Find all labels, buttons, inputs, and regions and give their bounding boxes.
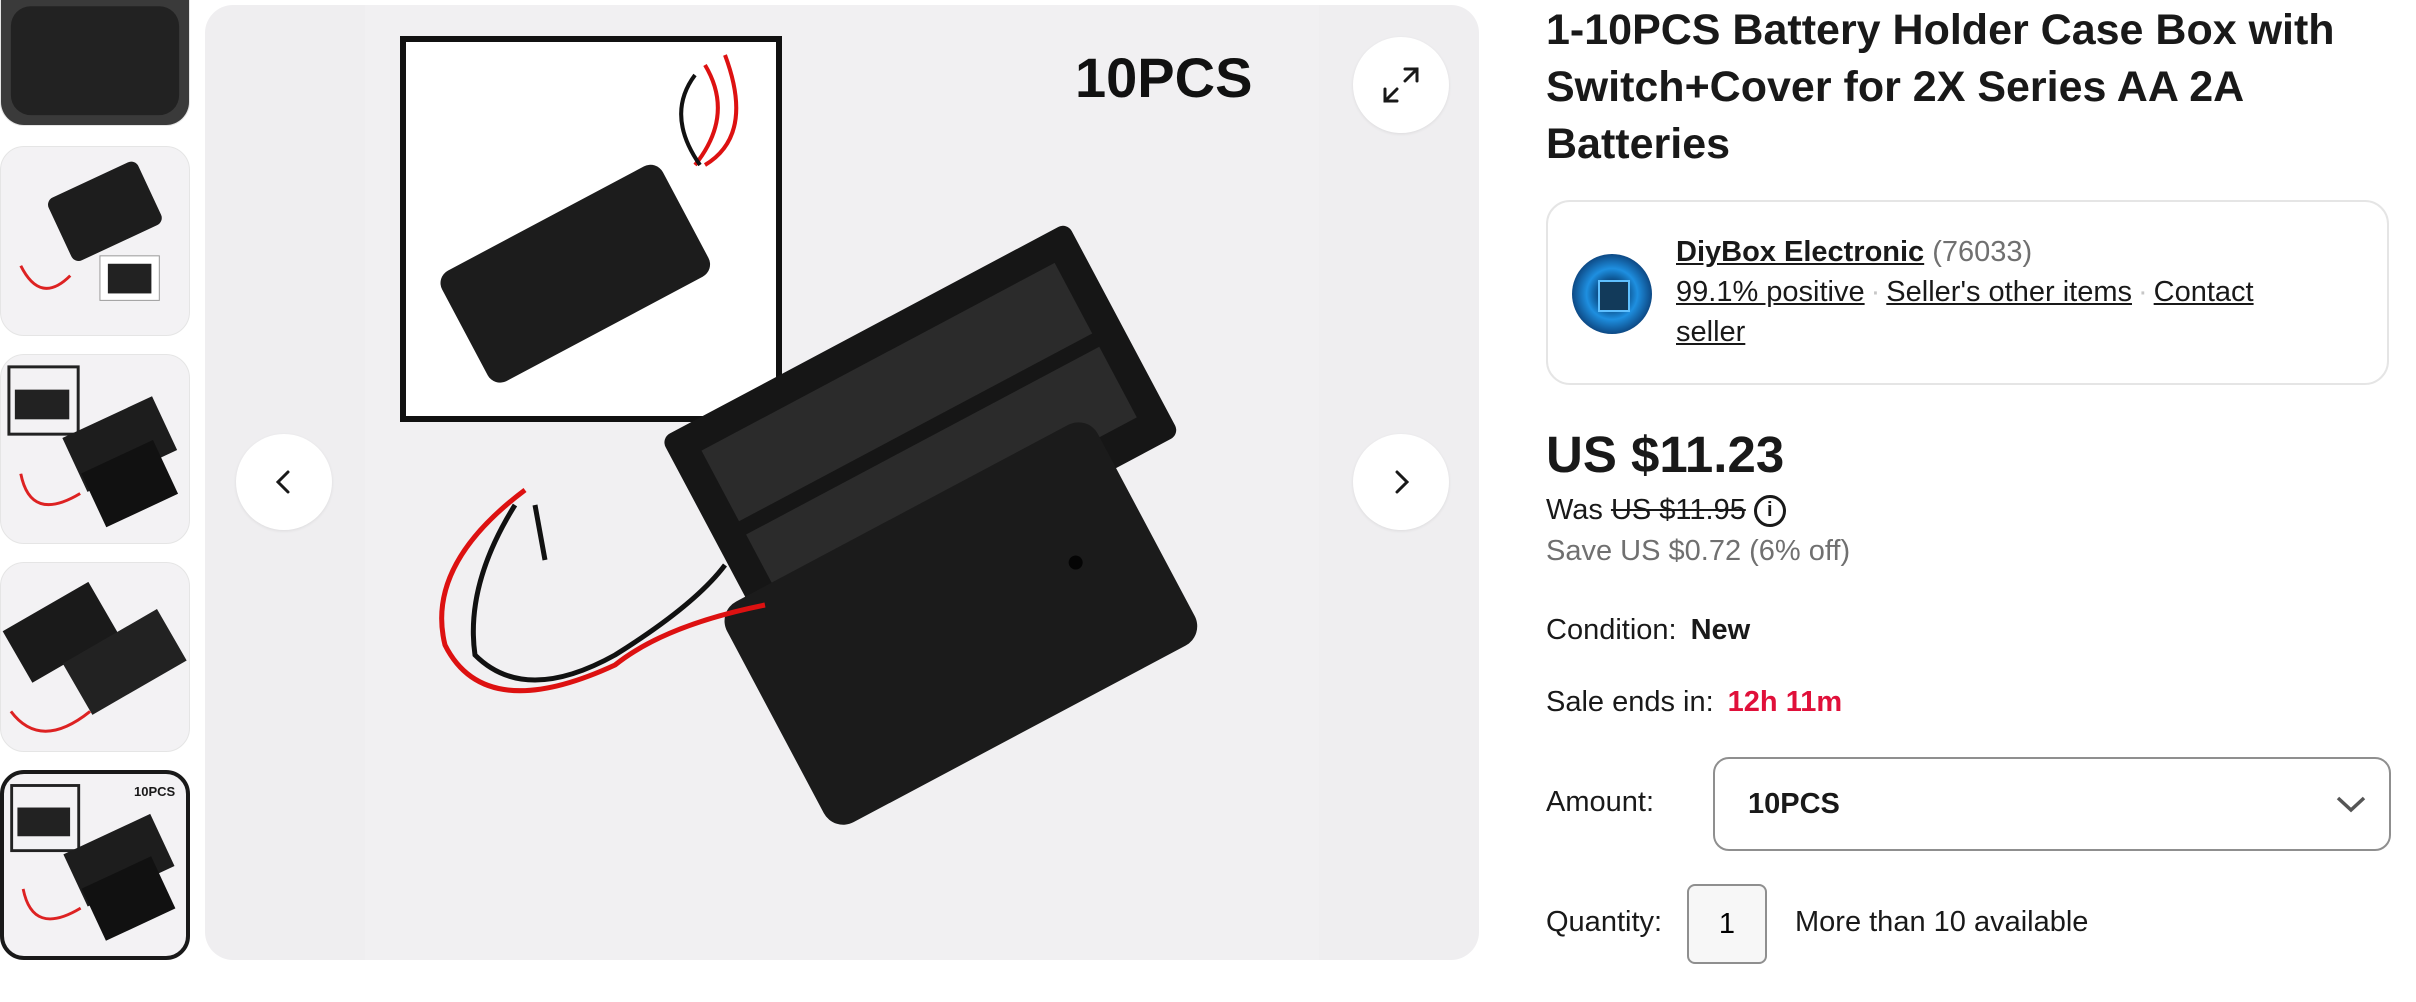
current-price: US $11.23 <box>1546 426 1785 483</box>
battery-holder-image <box>10 784 176 941</box>
product-title: 1-10PCS Battery Holder Case Box with Swi… <box>1546 6 2335 168</box>
battery-holder-image <box>19 161 162 301</box>
thumbnail-2[interactable] <box>0 146 190 336</box>
expand-image-button[interactable] <box>1353 37 1449 133</box>
amount-label: Amount: <box>1546 786 1654 818</box>
original-price: US $11.95 <box>1610 494 1746 526</box>
battery-holder-image <box>7 365 179 528</box>
chevron-right-icon <box>1395 470 1410 494</box>
condition-value: New <box>1690 614 1751 646</box>
previous-image-button[interactable] <box>236 434 332 530</box>
amount-selected-value: 10PCS <box>1748 787 1840 820</box>
was-label: Was <box>1546 494 1603 526</box>
sale-ends-label: Sale ends in: <box>1546 686 1714 718</box>
thumbnail-1[interactable] <box>0 0 190 126</box>
seller-feedback-count: (76033) <box>1932 236 2033 268</box>
chevron-down-icon <box>2336 796 2366 813</box>
battery-holder-image <box>1 0 189 125</box>
chevron-left-icon <box>275 470 290 494</box>
battery-holder-image <box>400 36 1198 825</box>
thumbnail-badge: 10PCS <box>134 784 176 799</box>
seller-avatar[interactable] <box>1572 254 1652 334</box>
seller-name-link[interactable]: DiyBox Electronic <box>1676 236 1924 268</box>
seller-card: DiyBox Electronic (76033) 99.1% positive… <box>1546 200 2389 385</box>
sale-countdown: 12h 11m <box>1727 686 1843 718</box>
thumbnail-5-selected[interactable]: 10PCS <box>0 770 190 960</box>
info-icon[interactable]: i <box>1753 494 1786 527</box>
image-badge: 10PCS <box>1075 46 1253 109</box>
thumbnail-3[interactable] <box>0 354 190 544</box>
product-photo <box>365 5 1319 960</box>
quantity-input[interactable] <box>1687 884 1767 964</box>
expand-icon <box>1383 67 1419 103</box>
availability-text: More than 10 available <box>1795 906 2089 938</box>
savings-text: Save US $0.72 (6% off) <box>1546 535 1851 567</box>
amount-select[interactable]: 10PCS <box>1713 757 2391 851</box>
quantity-label: Quantity: <box>1546 906 1663 938</box>
battery-holder-image <box>2 581 187 733</box>
thumbnail-4[interactable] <box>0 562 190 752</box>
condition-label: Condition: <box>1546 614 1677 646</box>
next-image-button[interactable] <box>1353 434 1449 530</box>
main-product-image[interactable]: 10PCS <box>205 5 1479 960</box>
seller-other-items-link[interactable]: Seller's other items <box>1886 276 2132 308</box>
seller-positive-link[interactable]: 99.1% positive <box>1676 276 1865 308</box>
